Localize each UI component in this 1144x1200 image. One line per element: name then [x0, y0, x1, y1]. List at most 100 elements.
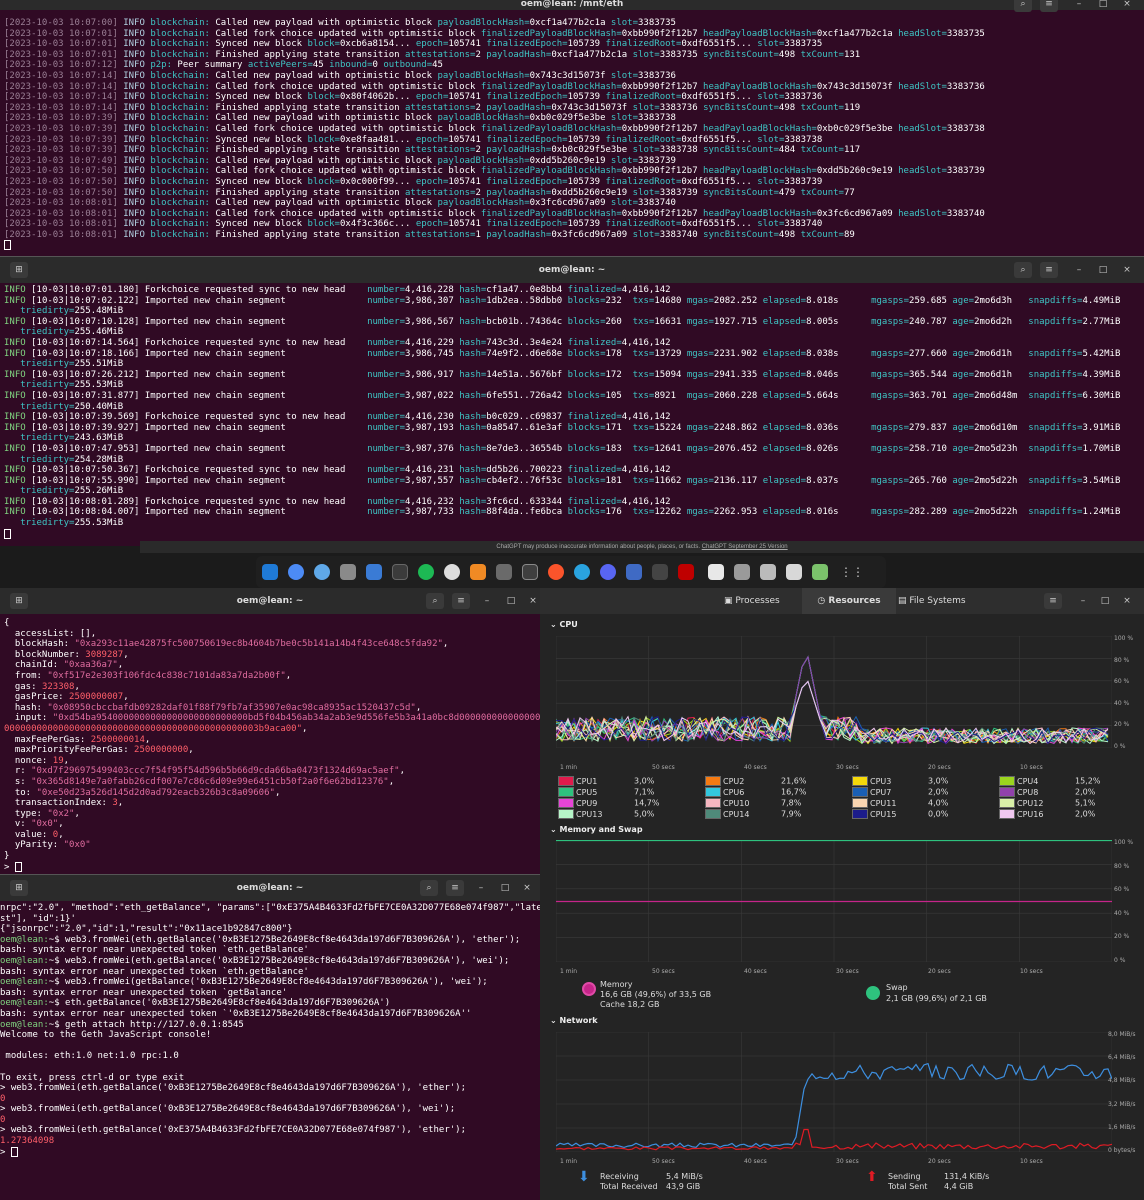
log-value: 15224: [654, 422, 682, 433]
brave-icon[interactable]: [548, 564, 564, 580]
maximize-icon[interactable]: □: [1096, 0, 1110, 9]
spotify-icon[interactable]: [418, 564, 434, 580]
cpu-value: 7,1%: [634, 787, 655, 797]
prompt: >: [4, 862, 15, 873]
search-icon[interactable]: ⌕: [1014, 0, 1032, 12]
minimize-icon[interactable]: –: [1076, 596, 1090, 606]
tab-processes[interactable]: ▣ Processes: [724, 588, 780, 614]
log-value: 255.51MiB: [74, 359, 124, 370]
close-icon[interactable]: ×: [1120, 596, 1134, 606]
log-value: 4,416,232: [405, 496, 454, 507]
terminal-output[interactable]: INFO [10-03|10:07:01.180] Forkchoice req…: [4, 285, 1144, 539]
log-key: finalizedPayloadBlockHash=: [480, 208, 622, 219]
log-value: cf1a47..0e8bb4: [486, 285, 563, 295]
close-icon[interactable]: ×: [520, 883, 534, 893]
files-icon[interactable]: [340, 564, 356, 580]
console-result: 1.27364098: [0, 1136, 55, 1147]
cpu-name: CPU5: [576, 787, 598, 797]
menu-icon[interactable]: ≡: [452, 593, 470, 609]
chrome-icon[interactable]: [288, 564, 304, 580]
console-line: oem@lean:~$ web3.fromWei(eth.getBalance(…: [0, 935, 540, 946]
disk-icon[interactable]: [734, 564, 750, 580]
terminal-output[interactable]: nrpc":"2.0", "method":"eth_getBalance", …: [0, 903, 540, 1157]
pdf-icon[interactable]: [708, 564, 724, 580]
search-icon[interactable]: ⌕: [426, 593, 444, 609]
json-key: s:: [4, 776, 32, 787]
document-icon[interactable]: [366, 564, 382, 580]
log-key: elapsed=: [762, 295, 807, 306]
log-key: finalizedPayloadBlockHash=: [480, 28, 622, 39]
close-icon[interactable]: ×: [526, 596, 540, 606]
dock: ⋮⋮: [256, 556, 886, 588]
log-line: triedirty=255.48MiB: [4, 306, 1144, 317]
menu-icon[interactable]: ≡: [1040, 0, 1058, 12]
json-value: 2500000000: [134, 745, 189, 756]
maximize-icon[interactable]: □: [504, 596, 518, 606]
log-value: 277.660: [909, 348, 947, 359]
cpu-legend-item: CPU9 14,7%: [558, 798, 659, 808]
system-monitor-icon[interactable]: [522, 564, 538, 580]
maximize-icon[interactable]: □: [1096, 265, 1110, 275]
log-pad: [1017, 296, 1028, 306]
menu-icon[interactable]: ≡: [446, 880, 464, 896]
log-key: blocks=: [567, 295, 606, 306]
chat-icon[interactable]: [314, 564, 330, 580]
bird-icon[interactable]: [652, 564, 668, 580]
close-icon[interactable]: ×: [1120, 265, 1134, 275]
notice-link[interactable]: ChatGPT September 25 Version: [702, 544, 788, 550]
log-value: 5.664s: [806, 390, 839, 401]
json-value: 2500000007: [69, 692, 124, 703]
terminal-output[interactable]: { accessList: [], blockHash: "0xa293c11a…: [4, 618, 540, 872]
shell-command: ~$ web3.fromWei(eth.getBalance('0xB3E127…: [48, 934, 521, 945]
terminal-icon[interactable]: [392, 564, 408, 580]
notice-text: ChatGPT may produce inaccurate informati…: [496, 544, 701, 550]
json-key: {: [4, 618, 10, 628]
drive-icon[interactable]: [786, 564, 802, 580]
log-value: 3383738: [659, 145, 698, 156]
log-key: mgas=: [686, 443, 714, 454]
telegram-icon[interactable]: [574, 564, 590, 580]
minimize-icon[interactable]: –: [474, 883, 488, 893]
log-key: slot=: [632, 229, 660, 240]
maximize-icon[interactable]: □: [498, 883, 512, 893]
editor-icon[interactable]: [626, 564, 642, 580]
log-key: hash=: [459, 465, 487, 476]
log-level: INFO: [123, 198, 151, 209]
image-viewer-icon[interactable]: [496, 564, 512, 580]
log-key: number=: [367, 507, 405, 518]
minimize-icon[interactable]: –: [1072, 265, 1086, 275]
vscode-icon[interactable]: [262, 564, 278, 580]
log-key: age=: [952, 390, 975, 401]
log-key: hash=: [459, 422, 487, 433]
app-grid-icon[interactable]: ⋮⋮: [840, 564, 864, 580]
json-key: chainId:: [4, 660, 64, 671]
log-value: 3383738: [784, 134, 823, 145]
maximize-icon[interactable]: □: [1098, 596, 1112, 606]
archive-icon[interactable]: [812, 564, 828, 580]
tab-resources[interactable]: ◷ Resources: [802, 588, 896, 614]
terminal-output[interactable]: [2023-10-03 10:07:00] INFO blockchain: C…: [4, 18, 1144, 251]
log-key: txCount=: [800, 49, 844, 60]
minimize-icon[interactable]: –: [1072, 0, 1086, 9]
search-app-icon[interactable]: [760, 564, 776, 580]
tab-file-systems[interactable]: ▤ File Systems: [898, 588, 966, 614]
minimize-icon[interactable]: –: [480, 596, 494, 606]
menu-icon[interactable]: ≡: [1040, 262, 1058, 278]
log-value: 243.63MiB: [74, 433, 124, 444]
log-key: finalizedPayloadBlockHash=: [480, 123, 622, 134]
close-icon[interactable]: ×: [1120, 0, 1134, 9]
search-icon[interactable]: ⌕: [420, 880, 438, 896]
github-icon[interactable]: [444, 564, 460, 580]
log-line: INFO [10-03|10:07:26.212] Imported new c…: [4, 370, 1144, 381]
menu-icon[interactable]: ≡: [1044, 593, 1062, 609]
vlc-icon[interactable]: [470, 564, 486, 580]
log-key: hash=: [459, 337, 487, 348]
log-pad: [4, 327, 20, 337]
discord-icon[interactable]: [600, 564, 616, 580]
log-value: 1.70MiB: [1082, 443, 1121, 454]
log-value: 105741: [448, 176, 481, 187]
axis-label: 6,4 MiB/s: [1108, 1054, 1136, 1062]
filezilla-icon[interactable]: [678, 564, 694, 580]
search-icon[interactable]: ⌕: [1014, 262, 1032, 278]
